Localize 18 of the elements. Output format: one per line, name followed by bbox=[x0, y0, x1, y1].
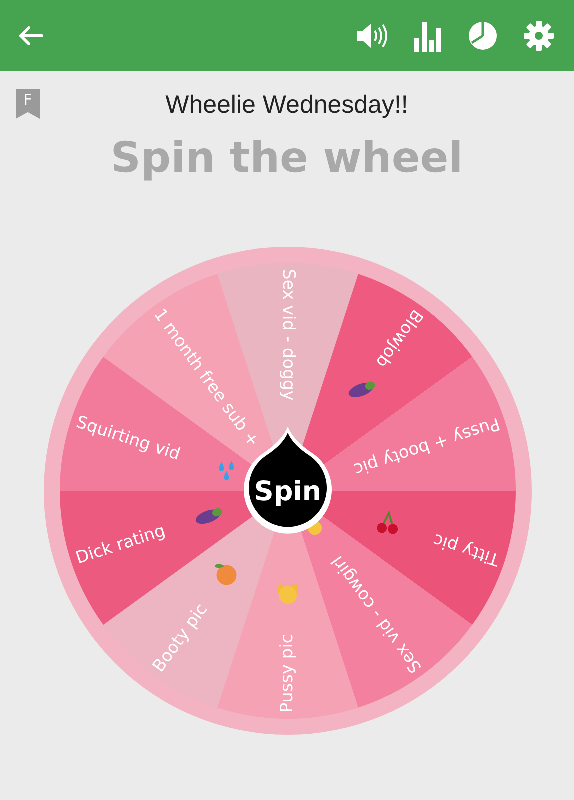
eggplant-icon bbox=[348, 382, 376, 398]
segment-label: Pussy + booty pic bbox=[351, 413, 502, 480]
volume-icon[interactable] bbox=[356, 22, 388, 48]
settings-icon[interactable] bbox=[524, 20, 554, 50]
segment-label: Dick rating bbox=[74, 521, 168, 569]
peach-icon bbox=[214, 564, 237, 586]
pie-chart-icon[interactable] bbox=[468, 20, 498, 50]
eggplant-icon bbox=[196, 508, 222, 524]
segment-label: Titty pic bbox=[431, 530, 502, 570]
bar-chart-icon[interactable] bbox=[414, 20, 442, 52]
wheel-title: Wheelie Wednesday!! bbox=[166, 90, 408, 120]
cherries-icon bbox=[377, 510, 398, 534]
back-icon[interactable] bbox=[18, 24, 44, 46]
segment-label: Pussy pic bbox=[278, 634, 298, 714]
heading: Spin the wheel bbox=[110, 135, 464, 182]
droplets-icon bbox=[219, 462, 234, 481]
segment-label: Sex vid - doggy bbox=[278, 269, 298, 401]
cat-face-icon bbox=[278, 583, 298, 604]
